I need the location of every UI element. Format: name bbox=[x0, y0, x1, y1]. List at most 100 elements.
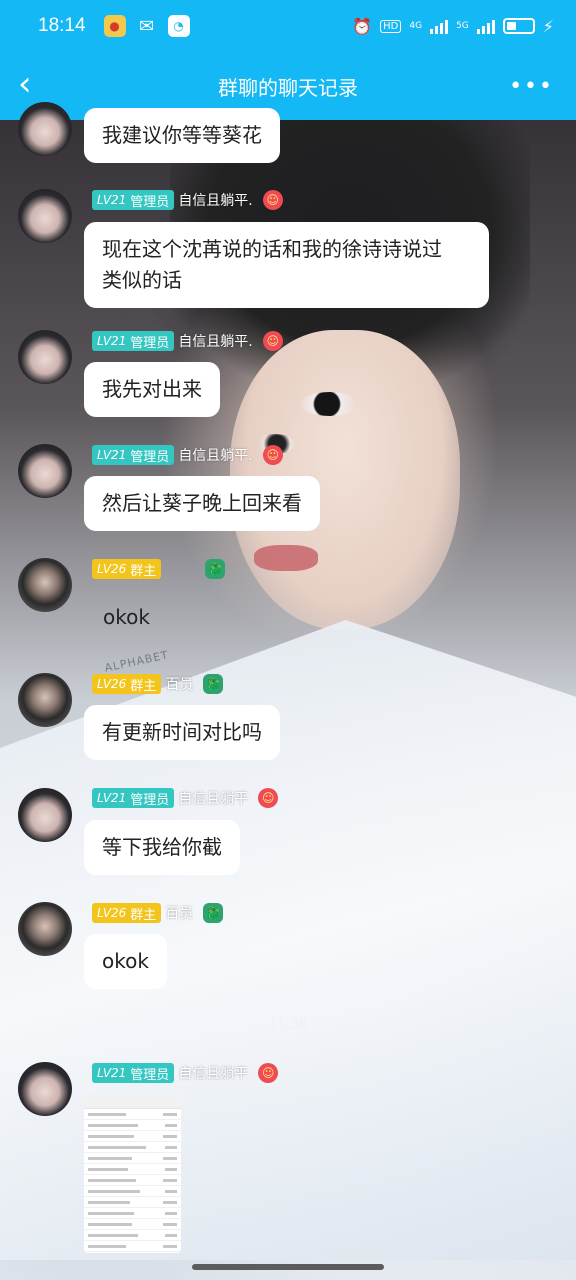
message-line: 类似的话 bbox=[102, 268, 182, 292]
avatar[interactable] bbox=[18, 444, 72, 498]
sender-name[interactable]: 百员 bbox=[165, 674, 193, 694]
home-indicator[interactable] bbox=[192, 1264, 384, 1270]
message-bubble[interactable]: 现在这个沈苒说的话和我的徐诗诗说过 类似的话 bbox=[84, 222, 489, 308]
avatar[interactable] bbox=[18, 558, 72, 612]
avatar[interactable] bbox=[18, 330, 72, 384]
role-label: 群主 bbox=[130, 907, 157, 923]
signal-icon bbox=[430, 18, 449, 34]
header: ‹ 群聊的聊天记录 ••• bbox=[0, 52, 576, 120]
thumbnail-row bbox=[84, 1208, 181, 1219]
role-label: 管理员 bbox=[130, 792, 170, 808]
level-label: LV21 bbox=[97, 448, 127, 462]
sender-name[interactable]: 自信且躺平 bbox=[178, 788, 248, 808]
thumbnail-row bbox=[84, 1219, 181, 1230]
wechat-icon: ✉ bbox=[139, 15, 155, 37]
thumbnail-row bbox=[84, 1230, 181, 1241]
sender-name[interactable]: 百员 bbox=[165, 903, 193, 923]
sender-meta: LV21 管理员 自信且躺平 ☺ bbox=[92, 788, 279, 808]
thumbnail-row bbox=[84, 1153, 181, 1164]
avatar[interactable] bbox=[18, 1062, 72, 1116]
level-badge: LV26 群主 bbox=[92, 559, 162, 579]
sender-meta: LV26 群主 百员 🐉 bbox=[92, 674, 224, 694]
role-label: 管理员 bbox=[130, 1067, 170, 1083]
thumbnail-row bbox=[84, 1109, 181, 1120]
level-badge: LV21 管理员 bbox=[92, 1063, 175, 1083]
role-label: 管理员 bbox=[130, 335, 170, 351]
role-label: 群主 bbox=[130, 678, 157, 694]
smiley-icon: ☺ bbox=[258, 1063, 279, 1083]
avatar[interactable] bbox=[18, 673, 72, 727]
role-label: 群主 bbox=[130, 563, 157, 579]
level-label: LV26 bbox=[97, 677, 127, 691]
level-label: LV21 bbox=[97, 193, 127, 207]
thumbnail-row bbox=[84, 1164, 181, 1175]
role-label: 管理员 bbox=[130, 449, 170, 465]
dragon-icon: 🐉 bbox=[205, 559, 226, 579]
status-bar: 18:14 ● ✉ ◔ ⏰ HD 4G 5G ⚡ bbox=[0, 0, 576, 52]
level-badge: LV26 群主 bbox=[92, 903, 162, 923]
back-icon[interactable]: ‹ bbox=[18, 67, 54, 104]
sender-name[interactable]: 自信且躺平 bbox=[178, 1063, 248, 1083]
smiley-icon: ☺ bbox=[262, 331, 283, 351]
status-time: 18:14 bbox=[38, 15, 86, 36]
network-4g-label: 4G bbox=[409, 21, 423, 31]
app1-icon: ● bbox=[103, 15, 126, 37]
more-options-icon[interactable]: ••• bbox=[509, 74, 554, 99]
thumbnail-row bbox=[84, 1197, 181, 1208]
sender-meta: LV26 群主 百员 🐉 bbox=[92, 903, 224, 923]
thumbnail-row bbox=[84, 1142, 181, 1153]
sender-meta: LV21 管理员 自信且躺平. ☺ bbox=[92, 445, 283, 465]
sender-meta: LV21 管理员 自信且躺平. ☺ bbox=[92, 331, 283, 351]
sender-meta: LV21 管理员 自信且躺平 ☺ bbox=[92, 1063, 279, 1083]
level-label: LV26 bbox=[97, 906, 127, 920]
sender-meta: LV26 群主 🐉 bbox=[92, 559, 226, 579]
hd-label: HD bbox=[380, 19, 402, 33]
level-label: LV21 bbox=[97, 1066, 127, 1080]
message-bubble[interactable]: 我建议你等等葵花 bbox=[84, 108, 280, 163]
time-separator: 11:38 bbox=[269, 1017, 307, 1032]
alarm-icon: ⏰ bbox=[352, 16, 373, 36]
dragon-icon: 🐉 bbox=[203, 903, 224, 923]
role-label: 管理员 bbox=[130, 194, 170, 210]
background-eye bbox=[300, 392, 360, 416]
thumbnail-row bbox=[84, 1120, 181, 1131]
sender-name[interactable]: 自信且躺平. bbox=[178, 445, 252, 465]
smiley-icon: ☺ bbox=[258, 788, 279, 808]
thumbnail-header bbox=[84, 1095, 181, 1109]
smiley-icon: ☺ bbox=[262, 190, 283, 210]
thumbnail-row bbox=[84, 1186, 181, 1197]
sender-name[interactable]: 自信且躺平. bbox=[178, 190, 252, 210]
page-title: 群聊的聊天记录 bbox=[218, 75, 358, 100]
message-line: 现在这个沈苒说的话和我的徐诗诗说过 bbox=[102, 237, 442, 261]
avatar[interactable] bbox=[18, 189, 72, 243]
level-label: LV21 bbox=[97, 791, 127, 805]
smiley-icon: ☺ bbox=[262, 445, 283, 465]
message-bubble[interactable]: okok bbox=[84, 590, 168, 645]
level-label: LV26 bbox=[97, 562, 127, 576]
level-badge: LV26 群主 bbox=[92, 674, 162, 694]
message-bubble[interactable]: 然后让葵子晚上回来看 bbox=[84, 476, 320, 531]
message-bubble[interactable]: 我先对出来 bbox=[84, 362, 220, 417]
level-badge: LV21 管理员 bbox=[92, 445, 175, 465]
sender-name[interactable]: 自信且躺平. bbox=[178, 331, 252, 351]
charging-icon: ⚡ bbox=[542, 16, 554, 36]
app3-icon: ◔ bbox=[167, 15, 190, 37]
battery-icon bbox=[502, 18, 535, 34]
sender-meta: LV21 管理员 自信且躺平. ☺ bbox=[92, 190, 283, 210]
level-label: LV21 bbox=[97, 334, 127, 348]
dragon-icon: 🐉 bbox=[203, 674, 224, 694]
message-bubble[interactable]: okok bbox=[84, 934, 167, 989]
thumbnail-row bbox=[84, 1131, 181, 1142]
message-bubble[interactable]: 等下我给你截 bbox=[84, 820, 240, 875]
avatar[interactable] bbox=[18, 788, 72, 842]
thumbnail-row bbox=[84, 1175, 181, 1186]
level-badge: LV21 管理员 bbox=[92, 190, 175, 210]
background-lips bbox=[254, 545, 318, 571]
level-badge: LV21 管理员 bbox=[92, 331, 175, 351]
avatar[interactable] bbox=[18, 102, 72, 156]
thumbnail-row bbox=[84, 1241, 181, 1252]
message-bubble[interactable]: 有更新时间对比吗 bbox=[84, 705, 280, 760]
avatar[interactable] bbox=[18, 902, 72, 956]
network-5g-label: 5G bbox=[456, 21, 469, 31]
image-message[interactable] bbox=[84, 1095, 181, 1253]
